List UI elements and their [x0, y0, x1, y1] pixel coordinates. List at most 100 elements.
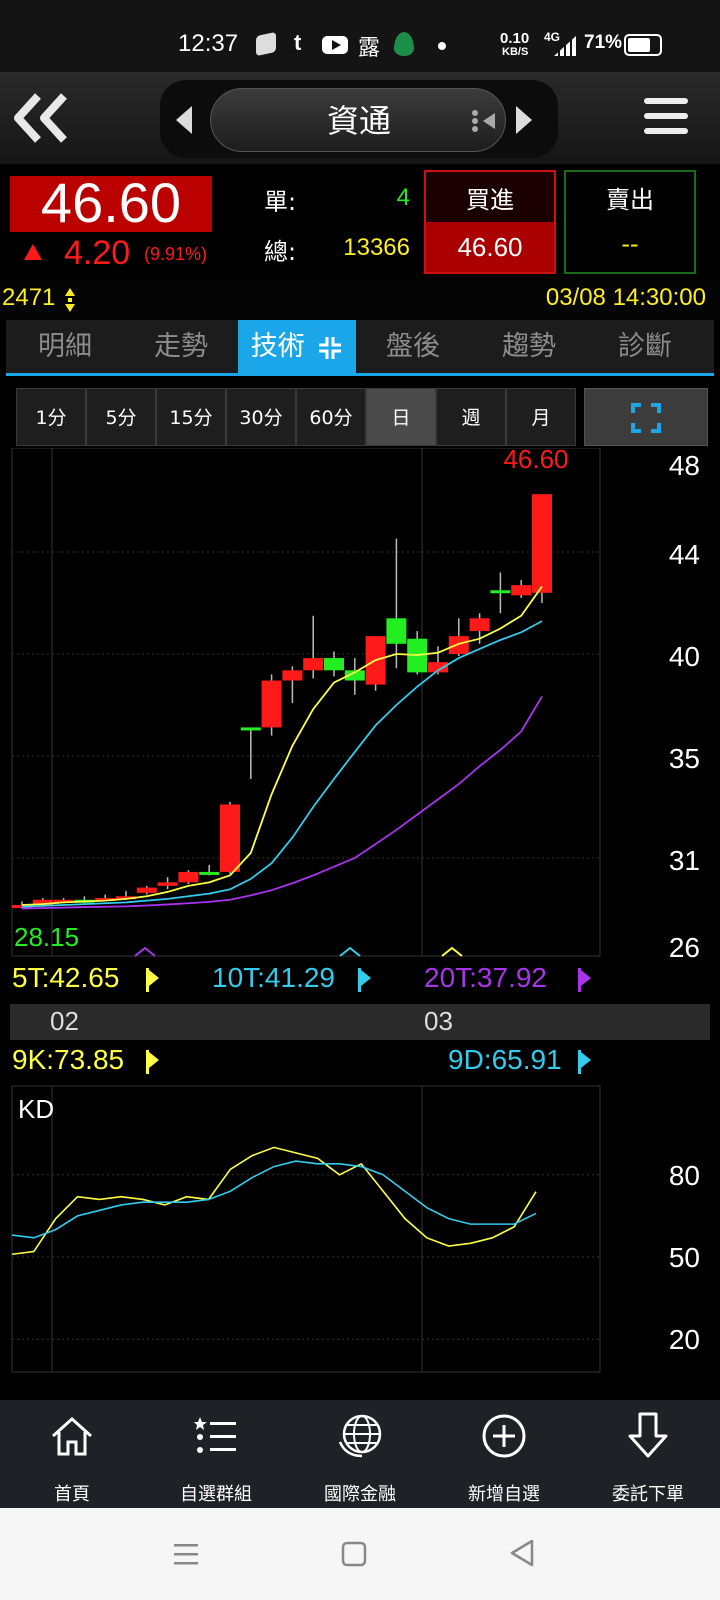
ma5-label: 5T:42.65 [12, 962, 120, 993]
youtube-play-icon [332, 40, 341, 50]
title-bar: 資通 [0, 72, 720, 164]
price-box: 46.60 [10, 171, 212, 234]
stock-code: 2471 [2, 284, 56, 311]
list-star-icon [194, 1417, 236, 1453]
candle-body [532, 494, 552, 593]
down-arrow-icon [628, 1412, 668, 1458]
bottom-navigation: 首頁 自選群組 國際金融 新增自選 委託下單 [0, 1400, 720, 1508]
back-triangle-icon[interactable] [508, 1538, 536, 1568]
prev-stock-arrow-icon[interactable] [172, 104, 196, 136]
nav-add-watchlist[interactable]: 新增自選 [432, 1400, 576, 1508]
signal-type: 4G [544, 30, 561, 44]
candle-body [220, 804, 240, 872]
recent-apps-icon[interactable] [172, 1542, 200, 1568]
total-volume-label: 總: [264, 238, 297, 266]
clock: 12:37 [178, 30, 239, 57]
ma10-flag-icon [358, 968, 371, 992]
candle-body [511, 585, 532, 596]
unit-volume-label: 單: [264, 188, 297, 216]
sell-button[interactable]: 賣出 -- [564, 170, 696, 274]
ma5-flag-icon [146, 968, 159, 992]
period-day[interactable]: 日 [366, 388, 436, 446]
candle-body [448, 636, 469, 654]
ma20-flag-icon [578, 968, 591, 992]
kd-title: KD [18, 1094, 54, 1124]
candle-body [469, 618, 490, 632]
tab-diagnosis[interactable]: 診斷 [586, 320, 704, 373]
tab-technical[interactable]: 技術 [238, 320, 356, 373]
home-square-icon[interactable] [340, 1540, 368, 1568]
price-change: 4.20 [64, 234, 131, 272]
battery-percent: 71% [584, 32, 623, 53]
nav-watchlist-groups[interactable]: 自選群組 [144, 1400, 288, 1508]
kd-legend: 9K:73.85 9D:65.91 [10, 1042, 596, 1084]
candle-body [178, 871, 199, 883]
buy-price: 46.60 [426, 222, 554, 272]
kd-panel-frame [11, 1085, 601, 1373]
collapse-icon [319, 336, 342, 359]
quote-panel: 46.60 4.20 (9.91%) 單: 4 總: 13366 買進 46.6… [0, 164, 720, 280]
date-axis: 02 03 [10, 1004, 710, 1040]
sell-price: -- [621, 230, 639, 258]
stock-name-button[interactable]: 資通 [210, 88, 506, 152]
hamburger-menu-icon[interactable] [642, 92, 690, 140]
kd-tick-label: 20 [669, 1324, 700, 1355]
period-5min[interactable]: 5分 [86, 388, 156, 446]
candlestick-chart[interactable]: 48 44 40 35 31 26 46.60 28.15 80 50 20 KD [0, 448, 720, 1408]
last-price-label: 46.60 [503, 448, 568, 474]
candle-body [386, 618, 407, 644]
leaf-icon [394, 32, 414, 56]
price-tick-label: 35 [669, 743, 700, 774]
kd-tick-label: 80 [669, 1160, 700, 1191]
candle-body [261, 680, 282, 728]
period-week[interactable]: 週 [436, 388, 506, 446]
nav-place-order[interactable]: 委託下單 [576, 1400, 720, 1508]
buy-label: 買進 [466, 186, 514, 214]
quote-datetime: 03/08 14:30:00 [545, 284, 706, 311]
period-60min[interactable]: 60分 [296, 388, 366, 446]
low-price-label: 28.15 [14, 922, 79, 952]
price-tick-label: 26 [669, 932, 700, 963]
d-value-label: 9D:65.91 [448, 1044, 562, 1075]
period-1min[interactable]: 1分 [16, 388, 86, 446]
date-label-02: 02 [50, 1006, 79, 1036]
dual-arrow-icon [65, 288, 75, 312]
candle-body [136, 887, 157, 893]
sell-label: 賣出 [606, 186, 654, 214]
battery-level [628, 38, 650, 52]
nav-place-order-label: 委託下單 [612, 1484, 684, 1505]
tab-trend[interactable]: 走勢 [122, 320, 240, 373]
next-stock-arrow-icon[interactable] [512, 104, 536, 136]
total-volume-value: 13366 [343, 234, 410, 261]
nav-home-label: 首頁 [54, 1484, 90, 1505]
section-tabs: 明細 走勢 技術 盤後 趨勢 診斷 [6, 320, 714, 376]
dot-icon [438, 42, 446, 50]
stock-selector: 資通 [160, 80, 558, 158]
fullscreen-button[interactable] [584, 388, 708, 446]
add-circle-icon [482, 1414, 526, 1458]
buy-button[interactable]: 買進 46.60 [424, 170, 556, 274]
period-month[interactable]: 月 [506, 388, 576, 446]
nav-international[interactable]: 國際金融 [288, 1400, 432, 1508]
back-double-chevron-icon[interactable] [8, 88, 72, 148]
k-flag-icon [146, 1050, 159, 1074]
nav-home[interactable]: 首頁 [0, 1400, 144, 1508]
price-change-percent: (9.91%) [144, 244, 208, 264]
tab-technical-label: 技術 [250, 331, 305, 362]
ma10-label: 10T:41.29 [212, 962, 335, 993]
fullscreen-icon [631, 403, 661, 433]
candle-body [240, 727, 261, 731]
candle-body [282, 670, 303, 681]
period-15min[interactable]: 15分 [156, 388, 226, 446]
notification-char: 露 [358, 35, 381, 60]
price-tick-label: 44 [669, 539, 700, 570]
candle-body [157, 882, 178, 886]
period-30min[interactable]: 30分 [226, 388, 296, 446]
nav-add-watchlist-label: 新增自選 [468, 1484, 540, 1505]
tab-detail[interactable]: 明細 [6, 320, 124, 373]
net-speed: 0.10 [500, 30, 530, 47]
kd-tick-label: 50 [669, 1242, 700, 1273]
tab-outlook[interactable]: 趨勢 [470, 320, 588, 373]
drag-handle-icon[interactable] [469, 107, 497, 135]
tab-after-hours[interactable]: 盤後 [354, 320, 472, 373]
